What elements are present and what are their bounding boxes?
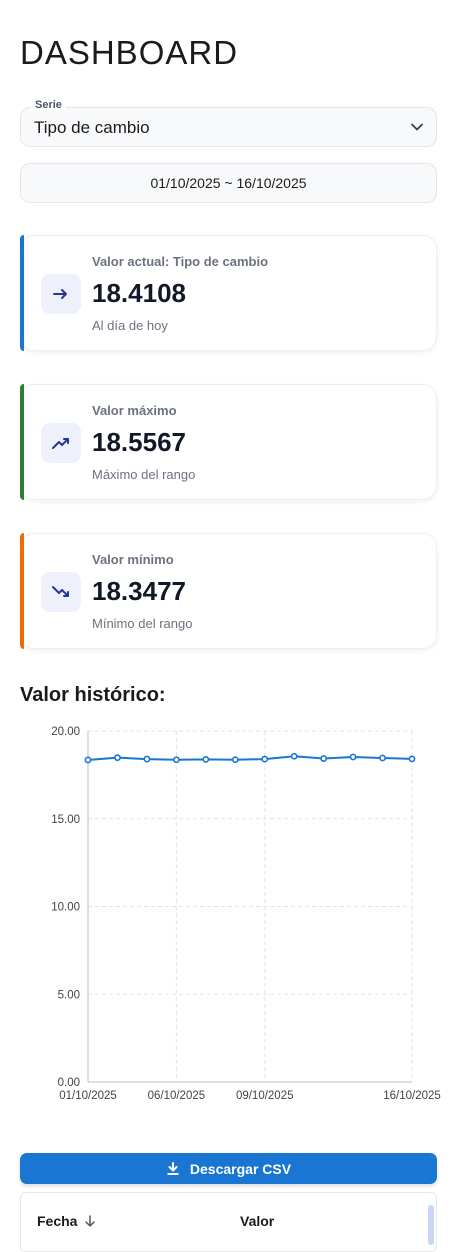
card-label: Valor actual: Tipo de cambio [92,254,269,269]
trending-up-icon [41,423,81,463]
card-value: 18.5567 [92,427,186,457]
table-scrollbar[interactable] [428,1205,434,1245]
card-subtitle: Máximo del rango [92,467,196,482]
data-point [261,755,269,763]
y-tick-label: 5.00 [58,989,80,1001]
card-accent-bar [20,533,24,649]
max-value-card: Valor máximo 18.5567 Máximo del rango [20,384,437,500]
history-line-chart: 0.00 5.00 10.00 15.00 20.00 01/10/2025 06/10/2… [51,726,441,1102]
column-header-fecha-label: Fecha [37,1213,78,1229]
series-line [87,755,413,761]
serie-select-label: Serie [31,99,66,111]
card-subtitle: Mínimo del rango [92,616,193,631]
date-range-picker[interactable]: 01/10/2025 ~ 16/10/2025 [20,163,437,203]
x-tick-label: 06/10/2025 [148,1090,206,1102]
data-point [202,756,210,763]
download-csv-label: Descargar CSV [189,1160,292,1177]
card-value: 18.4108 [92,278,186,308]
data-point [84,756,92,764]
card-accent-bar [20,384,24,500]
data-point [290,752,298,760]
data-point [349,753,357,761]
download-icon [167,1161,179,1175]
data-point [114,754,121,762]
data-point [408,755,416,763]
y-tick-label: 0.00 [58,1077,80,1089]
page-title: DASHBOARD [20,34,239,71]
y-tick-label: 10.00 [51,902,80,914]
x-tick-label: 09/10/2025 [236,1090,294,1102]
card-accent-bar [20,235,24,351]
data-point [143,755,151,763]
serie-select[interactable]: Serie Tipo de cambio [20,99,437,147]
chart-section-title: Valor histórico: [20,684,166,706]
column-header-valor[interactable]: Valor [240,1213,274,1229]
card-label: Valor máximo [92,403,177,418]
data-point [172,756,180,764]
arrow-right-icon [41,274,81,314]
card-value: 18.3477 [92,576,186,606]
data-point [231,756,239,764]
y-tick-label: 20.00 [51,726,80,738]
current-value-card: Valor actual: Tipo de cambio 18.4108 Al … [20,235,437,351]
data-point [379,754,386,762]
card-subtitle: Al día de hoy [92,318,168,333]
arrow-down-sort-icon [85,1215,96,1227]
min-value-card: Valor mínimo 18.3477 Mínimo del rango [20,533,437,649]
x-tick-label: 16/10/2025 [383,1090,441,1102]
x-tick-label: 01/10/2025 [59,1090,117,1102]
chevron-down-icon [411,123,423,131]
card-label: Valor mínimo [92,552,174,567]
values-table: Fecha Valor [20,1192,437,1252]
column-header-fecha[interactable]: Fecha [37,1213,97,1229]
download-csv-button[interactable]: Descargar CSV [20,1153,437,1184]
data-point [320,755,328,762]
serie-select-value: Tipo de cambio [34,118,150,137]
trending-down-icon [41,572,81,612]
y-tick-label: 15.00 [51,814,80,826]
